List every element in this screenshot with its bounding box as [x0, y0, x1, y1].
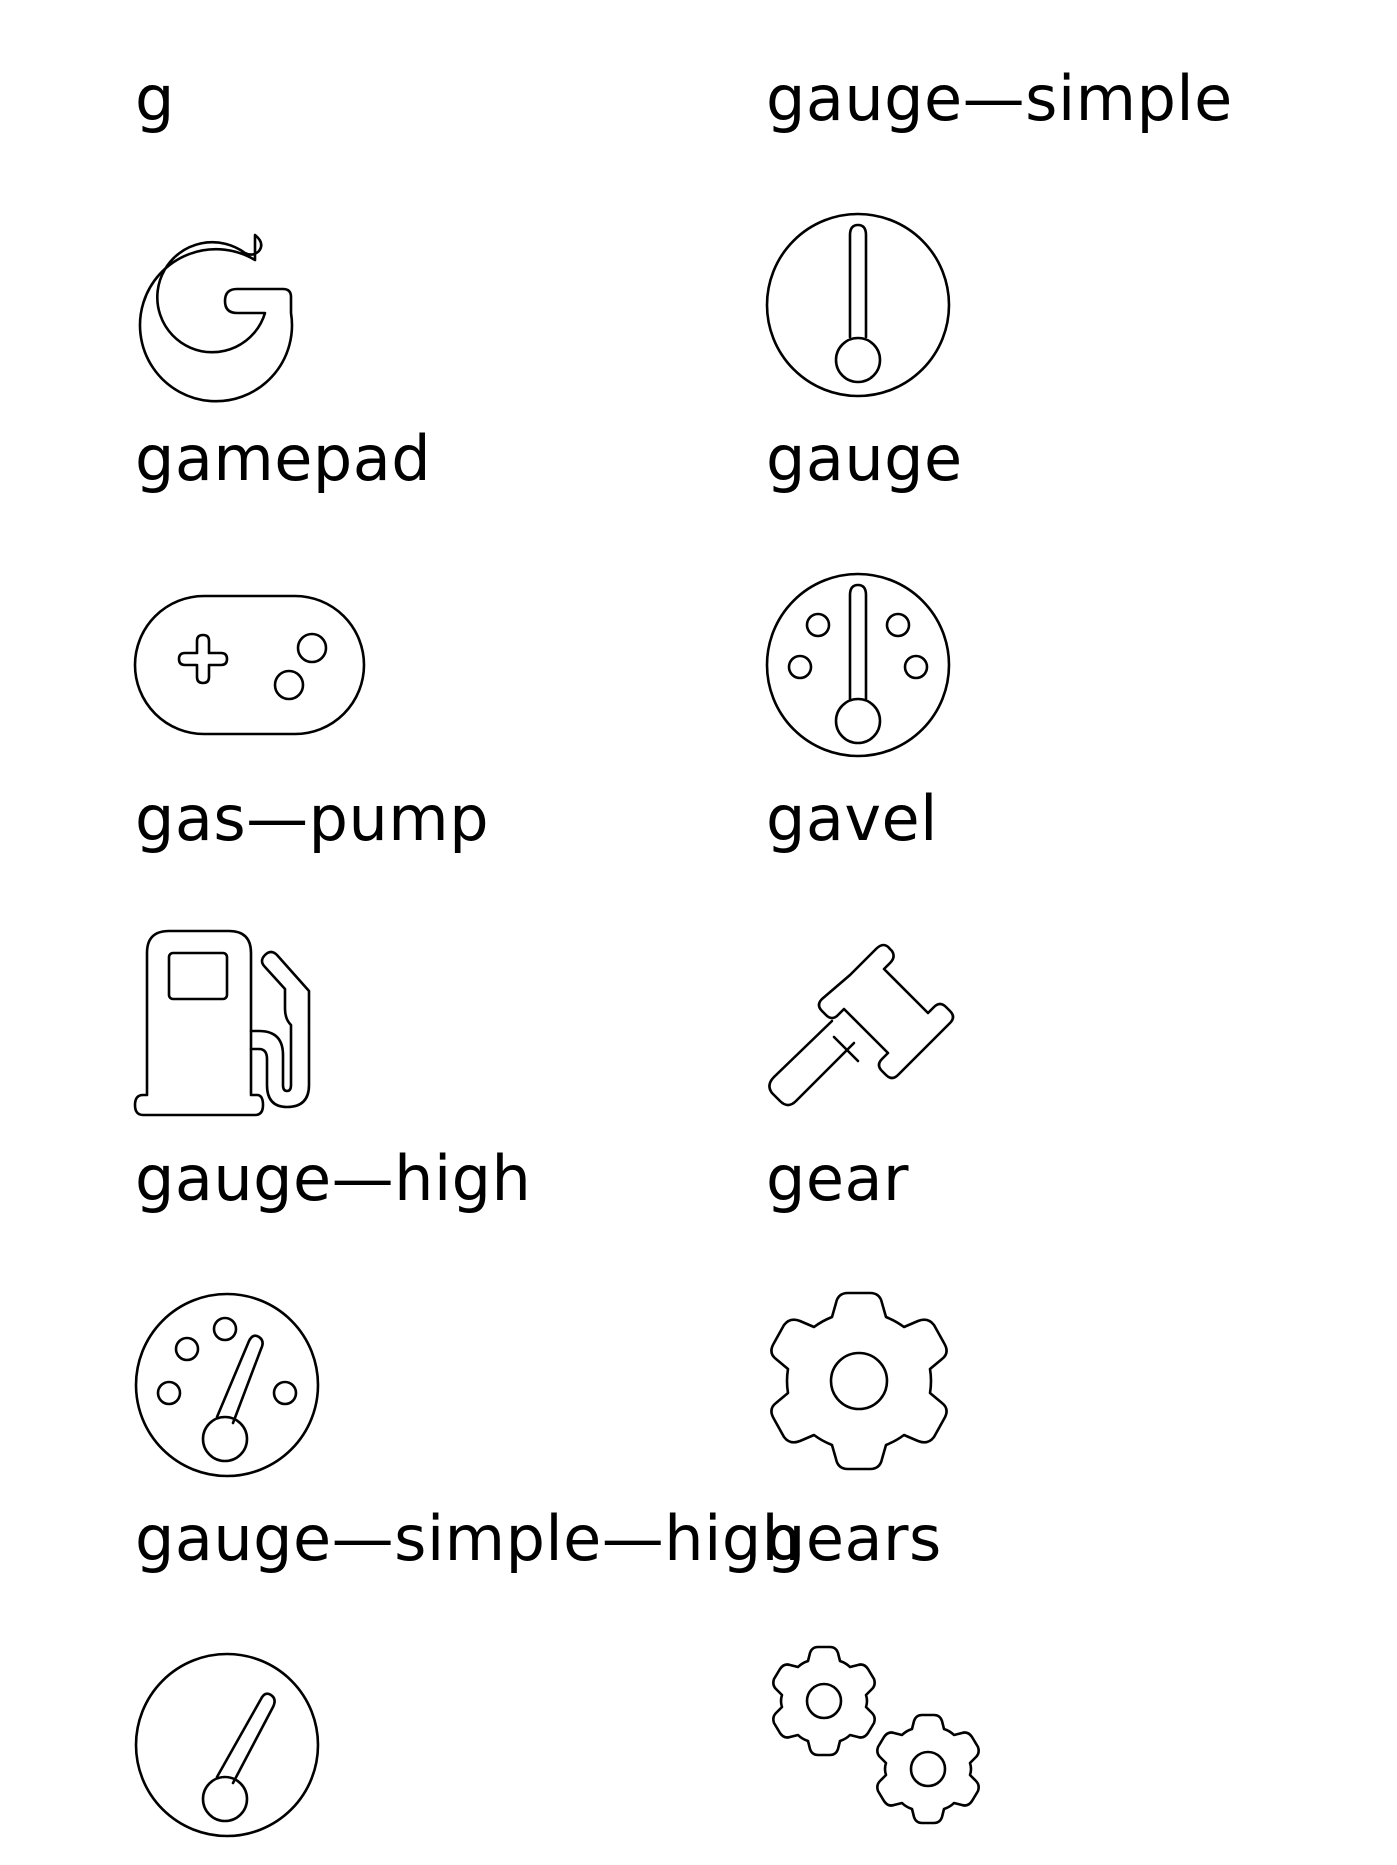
icon-cell-gauge: gauge [765, 400, 1386, 760]
icon-label-gauge: gauge [766, 422, 963, 495]
icon-label-gear: gear [766, 1142, 909, 1215]
gauge-high-icon [134, 1292, 320, 1478]
gauge-simple-high-icon [134, 1652, 320, 1838]
gas-pump-icon [133, 929, 311, 1117]
icon-cell-gears: gears [766, 1480, 1386, 1840]
icon-cell-gauge-high: gauge—high [134, 1120, 755, 1480]
icon-cell-gauge-simple-high: gauge—simple—high [134, 1480, 801, 1840]
gamepad-icon [133, 594, 366, 736]
icon-cell-g: g [135, 40, 755, 403]
icon-label-gauge-simple-high: gauge—simple—high [135, 1502, 802, 1575]
icon-label-gas-pump: gas—pump [135, 782, 490, 855]
icon-label-gavel: gavel [766, 782, 938, 855]
icon-label-gears: gears [766, 1502, 942, 1575]
icon-cell-gauge-simple: gauge—simple [765, 40, 1386, 400]
gear-icon [770, 1291, 948, 1471]
gavel-icon [768, 943, 955, 1107]
icon-label-g: g [135, 62, 175, 135]
icon-label-gauge-simple: gauge—simple [766, 62, 1233, 135]
icon-cell-gear: gear [766, 1120, 1386, 1480]
gears-icon [772, 1645, 980, 1825]
icon-cell-gas-pump: gas—pump [133, 760, 755, 1120]
icon-label-gauge-high: gauge—high [135, 1142, 532, 1215]
gauge-icon [765, 572, 951, 758]
gauge-simple-icon [765, 212, 951, 398]
g-icon [138, 233, 294, 403]
icon-cell-gavel: gavel [766, 760, 1386, 1120]
icon-cell-gamepad: gamepad [133, 400, 755, 760]
icon-label-gamepad: gamepad [135, 422, 432, 495]
